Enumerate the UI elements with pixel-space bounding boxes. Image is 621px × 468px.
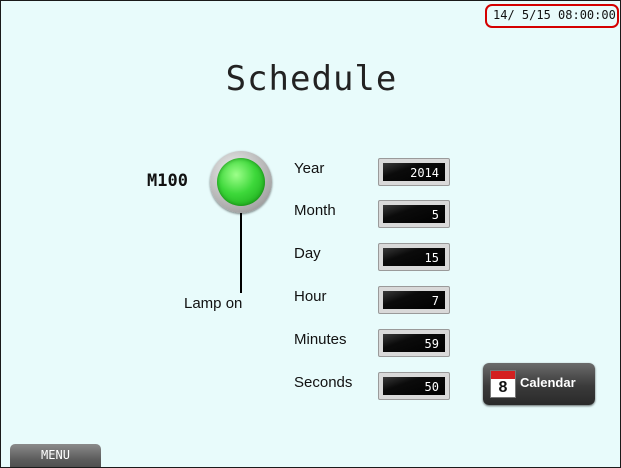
datetime-display: 14/ 5/15 08:00:00 <box>485 4 619 28</box>
calendar-icon-header <box>491 371 515 379</box>
calendar-icon: 8 <box>490 370 516 398</box>
lamp-caption: Lamp on <box>184 295 243 312</box>
year-label: Year <box>294 160 325 177</box>
seconds-value: 50 <box>383 377 445 395</box>
lamp-leader-line <box>240 213 242 293</box>
day-label: Day <box>294 245 321 262</box>
calendar-icon-number: 8 <box>498 379 508 396</box>
lamp-indicator <box>210 151 272 213</box>
page-title: Schedule <box>225 59 398 99</box>
hour-label: Hour <box>294 288 327 305</box>
hour-field[interactable]: 7 <box>378 286 450 314</box>
minutes-field[interactable]: 59 <box>378 329 450 357</box>
year-value: 2014 <box>383 163 445 181</box>
hour-value: 7 <box>383 291 445 309</box>
month-value: 5 <box>383 205 445 223</box>
day-value: 15 <box>383 248 445 266</box>
menu-button[interactable]: MENU <box>10 444 101 467</box>
lamp-light <box>217 158 265 206</box>
seconds-label: Seconds <box>294 374 353 391</box>
month-field[interactable]: 5 <box>378 200 450 228</box>
year-field[interactable]: 2014 <box>378 158 450 186</box>
minutes-label: Minutes <box>294 331 347 348</box>
lamp-device-label: M100 <box>147 171 188 191</box>
calendar-button-label: Calendar <box>520 375 576 390</box>
month-label: Month <box>294 202 336 219</box>
day-field[interactable]: 15 <box>378 243 450 271</box>
schedule-screen: 14/ 5/15 08:00:00 Schedule M100 Lamp on … <box>0 0 621 468</box>
calendar-button[interactable]: 8 Calendar <box>483 363 595 405</box>
minutes-value: 59 <box>383 334 445 352</box>
seconds-field[interactable]: 50 <box>378 372 450 400</box>
